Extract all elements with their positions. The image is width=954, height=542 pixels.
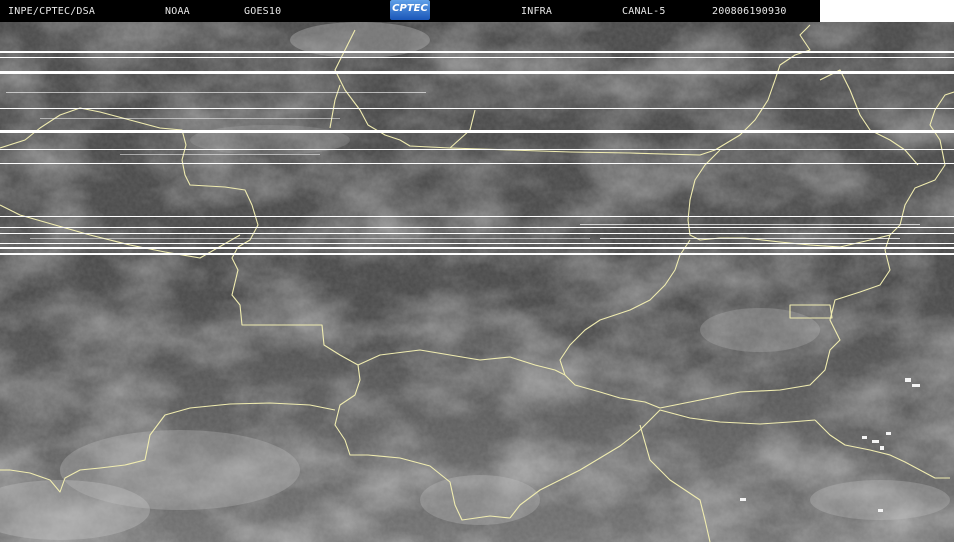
header-white-block bbox=[820, 0, 954, 22]
agency-label: NOAA bbox=[165, 6, 190, 17]
satellite-label: GOES10 bbox=[244, 6, 282, 17]
cptec-logo: CPTEC bbox=[390, 0, 430, 20]
product-label: INFRA bbox=[521, 6, 553, 17]
timestamp-label: 200806190930 bbox=[712, 6, 787, 17]
channel-label: CANAL-5 bbox=[622, 6, 666, 17]
institution-label: INPE/CPTEC/DSA bbox=[8, 6, 96, 17]
header-bar: INPE/CPTEC/DSA NOAA GOES10 CPTEC INFRA C… bbox=[0, 0, 820, 22]
satellite-imagery bbox=[0, 0, 954, 542]
